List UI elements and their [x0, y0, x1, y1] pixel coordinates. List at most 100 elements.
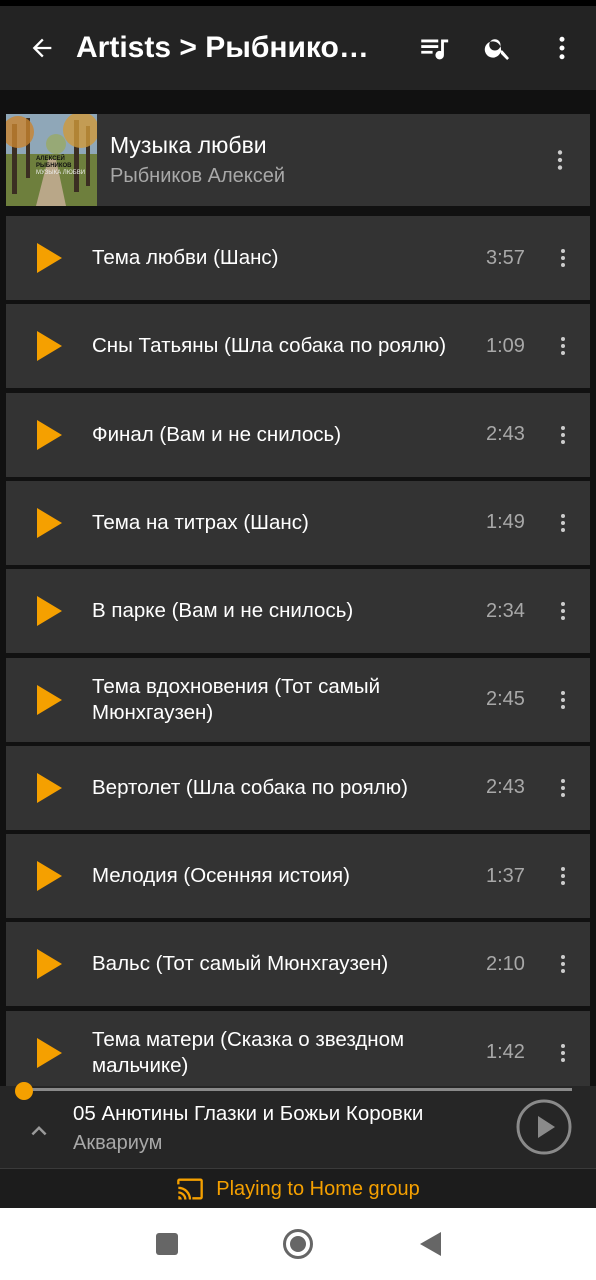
track-row[interactable]: Сны Татьяны (Шла собака по роялю) 1:09 [6, 304, 590, 389]
track-duration: 2:10 [486, 952, 525, 975]
now-playing-artist: Аквариум [73, 1132, 163, 1154]
play-icon [37, 419, 62, 450]
cast-bar[interactable]: Playing to Home group [0, 1168, 596, 1209]
play-track-button[interactable] [6, 834, 92, 918]
track-duration: 2:43 [486, 423, 525, 446]
track-title: Вальс (Тот самый Мюнхгаузен) [92, 952, 389, 976]
play-icon [37, 507, 62, 538]
arrow-back-icon [32, 38, 52, 58]
track-more-button[interactable] [536, 228, 590, 288]
system-nav-bar [0, 1208, 596, 1280]
track-row[interactable]: Вертолет (Шла собака по роялю) 2:43 [6, 745, 590, 830]
cast-label: Playing to Home group [216, 1177, 420, 1200]
track-title: Финал (Вам и не снилось) [92, 422, 342, 446]
track-row[interactable]: Тема любви (Шанс) 3:57 [6, 216, 590, 300]
track-more-button[interactable] [536, 405, 590, 465]
more-vert-icon [561, 513, 565, 532]
track-more-button[interactable] [536, 758, 590, 818]
track-duration: 1:42 [486, 1041, 525, 1064]
track-title: Тема любви (Шанс) [92, 246, 279, 269]
home-button[interactable] [280, 1226, 316, 1262]
track-more-button[interactable] [536, 670, 590, 730]
queue-music-icon [421, 39, 449, 60]
back-nav-button[interactable] [412, 1226, 448, 1262]
play-icon [37, 861, 62, 892]
play-icon [37, 243, 62, 273]
album-artist: Рыбников Алексей [110, 165, 286, 187]
cover-text: АЛЕКСЕЙ РЫБНИКОВ МУЗЫКА ЛЮБВИ [36, 156, 85, 177]
play-icon [37, 331, 62, 362]
track-row[interactable]: Тема вдохновения (Тот самый Мюнхгаузен) 2… [6, 657, 590, 742]
track-more-button[interactable] [536, 846, 590, 906]
more-vert-icon [561, 778, 565, 797]
track-duration: 3:57 [486, 246, 525, 269]
track-duration: 1:49 [486, 511, 525, 534]
album-more-button[interactable] [530, 130, 590, 190]
square-icon [156, 1233, 178, 1255]
track-row[interactable]: В парке (Вам и не снилось) 2:34 [6, 569, 590, 654]
more-vert-icon [561, 867, 565, 886]
play-track-button[interactable] [6, 569, 92, 653]
album-header[interactable]: АЛЕКСЕЙ РЫБНИКОВ МУЗЫКА ЛЮБВИ Музыка люб… [6, 114, 590, 206]
track-more-button[interactable] [536, 1023, 590, 1083]
cast-icon [177, 1178, 204, 1200]
play-track-button[interactable] [6, 658, 92, 742]
more-vert-icon [561, 337, 565, 356]
play-track-button[interactable] [6, 481, 92, 565]
play-track-button[interactable] [6, 1011, 92, 1086]
cover-text-line: МУЗЫКА ЛЮБВИ [36, 170, 86, 176]
cover-text-line: РЫБНИКОВ [36, 163, 72, 169]
track-title: Тема матери (Сказка о звездном мальчике) [92, 1027, 405, 1077]
play-track-button[interactable] [6, 393, 92, 477]
album-title: Музыка любви [110, 132, 267, 158]
mini-play-button[interactable] [516, 1099, 572, 1155]
track-title: В парке (Вам и не снилось) [92, 599, 354, 623]
play-icon [37, 949, 62, 980]
track-duration: 1:37 [486, 864, 525, 887]
progress-knob[interactable] [15, 1082, 33, 1100]
track-list[interactable]: АЛЕКСЕЙ РЫБНИКОВ МУЗЫКА ЛЮБВИ Музыка люб… [0, 90, 596, 1086]
track-title: Мелодия (Осенняя истоия) [92, 864, 350, 888]
track-row[interactable]: Вальс (Тот самый Мюнхгаузен) 2:10 [6, 922, 590, 1007]
play-icon [37, 596, 62, 627]
play-track-button[interactable] [6, 304, 92, 388]
play-icon [37, 772, 62, 803]
play-track-button[interactable] [6, 746, 92, 830]
track-title: Вертолет (Шла собака по роялю) [92, 775, 408, 799]
track-row[interactable]: Тема матери (Сказка о звездном мальчике)… [6, 1010, 590, 1086]
more-vert-icon [561, 690, 565, 709]
playlist-button[interactable] [402, 16, 466, 80]
track-row[interactable]: Мелодия (Осенняя истоия) 1:37 [6, 834, 590, 919]
track-more-button[interactable] [536, 316, 590, 376]
track-duration: 2:43 [486, 776, 525, 799]
track-more-button[interactable] [536, 581, 590, 641]
progress-bar[interactable] [15, 1082, 572, 1100]
more-vert-icon [561, 1043, 565, 1062]
play-icon [37, 1037, 62, 1068]
now-playing-title: 05 Анютины Глазки и Божьи Коровки [73, 1102, 424, 1125]
overflow-menu-button[interactable] [530, 16, 594, 80]
back-button[interactable] [10, 16, 74, 80]
play-track-button[interactable] [6, 922, 92, 1006]
recents-button[interactable] [149, 1226, 185, 1262]
page-title: Artists > Рыбников Алексей [76, 31, 376, 64]
play-track-button[interactable] [6, 216, 92, 300]
track-duration: 2:45 [486, 688, 525, 710]
app-bar: Artists > Рыбников Алексей [0, 6, 596, 90]
track-more-button[interactable] [536, 934, 590, 994]
search-button[interactable] [466, 16, 530, 80]
more-vert-icon [561, 602, 565, 621]
play-icon [37, 684, 62, 715]
track-title: Сны Татьяны (Шла собака по роялю) [92, 334, 447, 358]
track-row[interactable]: Финал (Вам и не снилось) 2:43 [6, 392, 590, 477]
more-vert-icon [557, 150, 563, 170]
more-vert-icon [559, 36, 565, 60]
chevron-up-icon [31, 1126, 47, 1136]
track-row[interactable]: Тема на титрах (Шанс) 1:49 [6, 480, 590, 565]
expand-player-button[interactable] [14, 1106, 64, 1156]
triangle-back-icon [420, 1232, 441, 1256]
more-vert-icon [561, 249, 565, 267]
track-more-button[interactable] [536, 493, 590, 553]
mini-player[interactable]: 05 Анютины Глазки и Божьи Коровки Аквари… [0, 1082, 596, 1168]
home-circle-icon [283, 1229, 313, 1259]
